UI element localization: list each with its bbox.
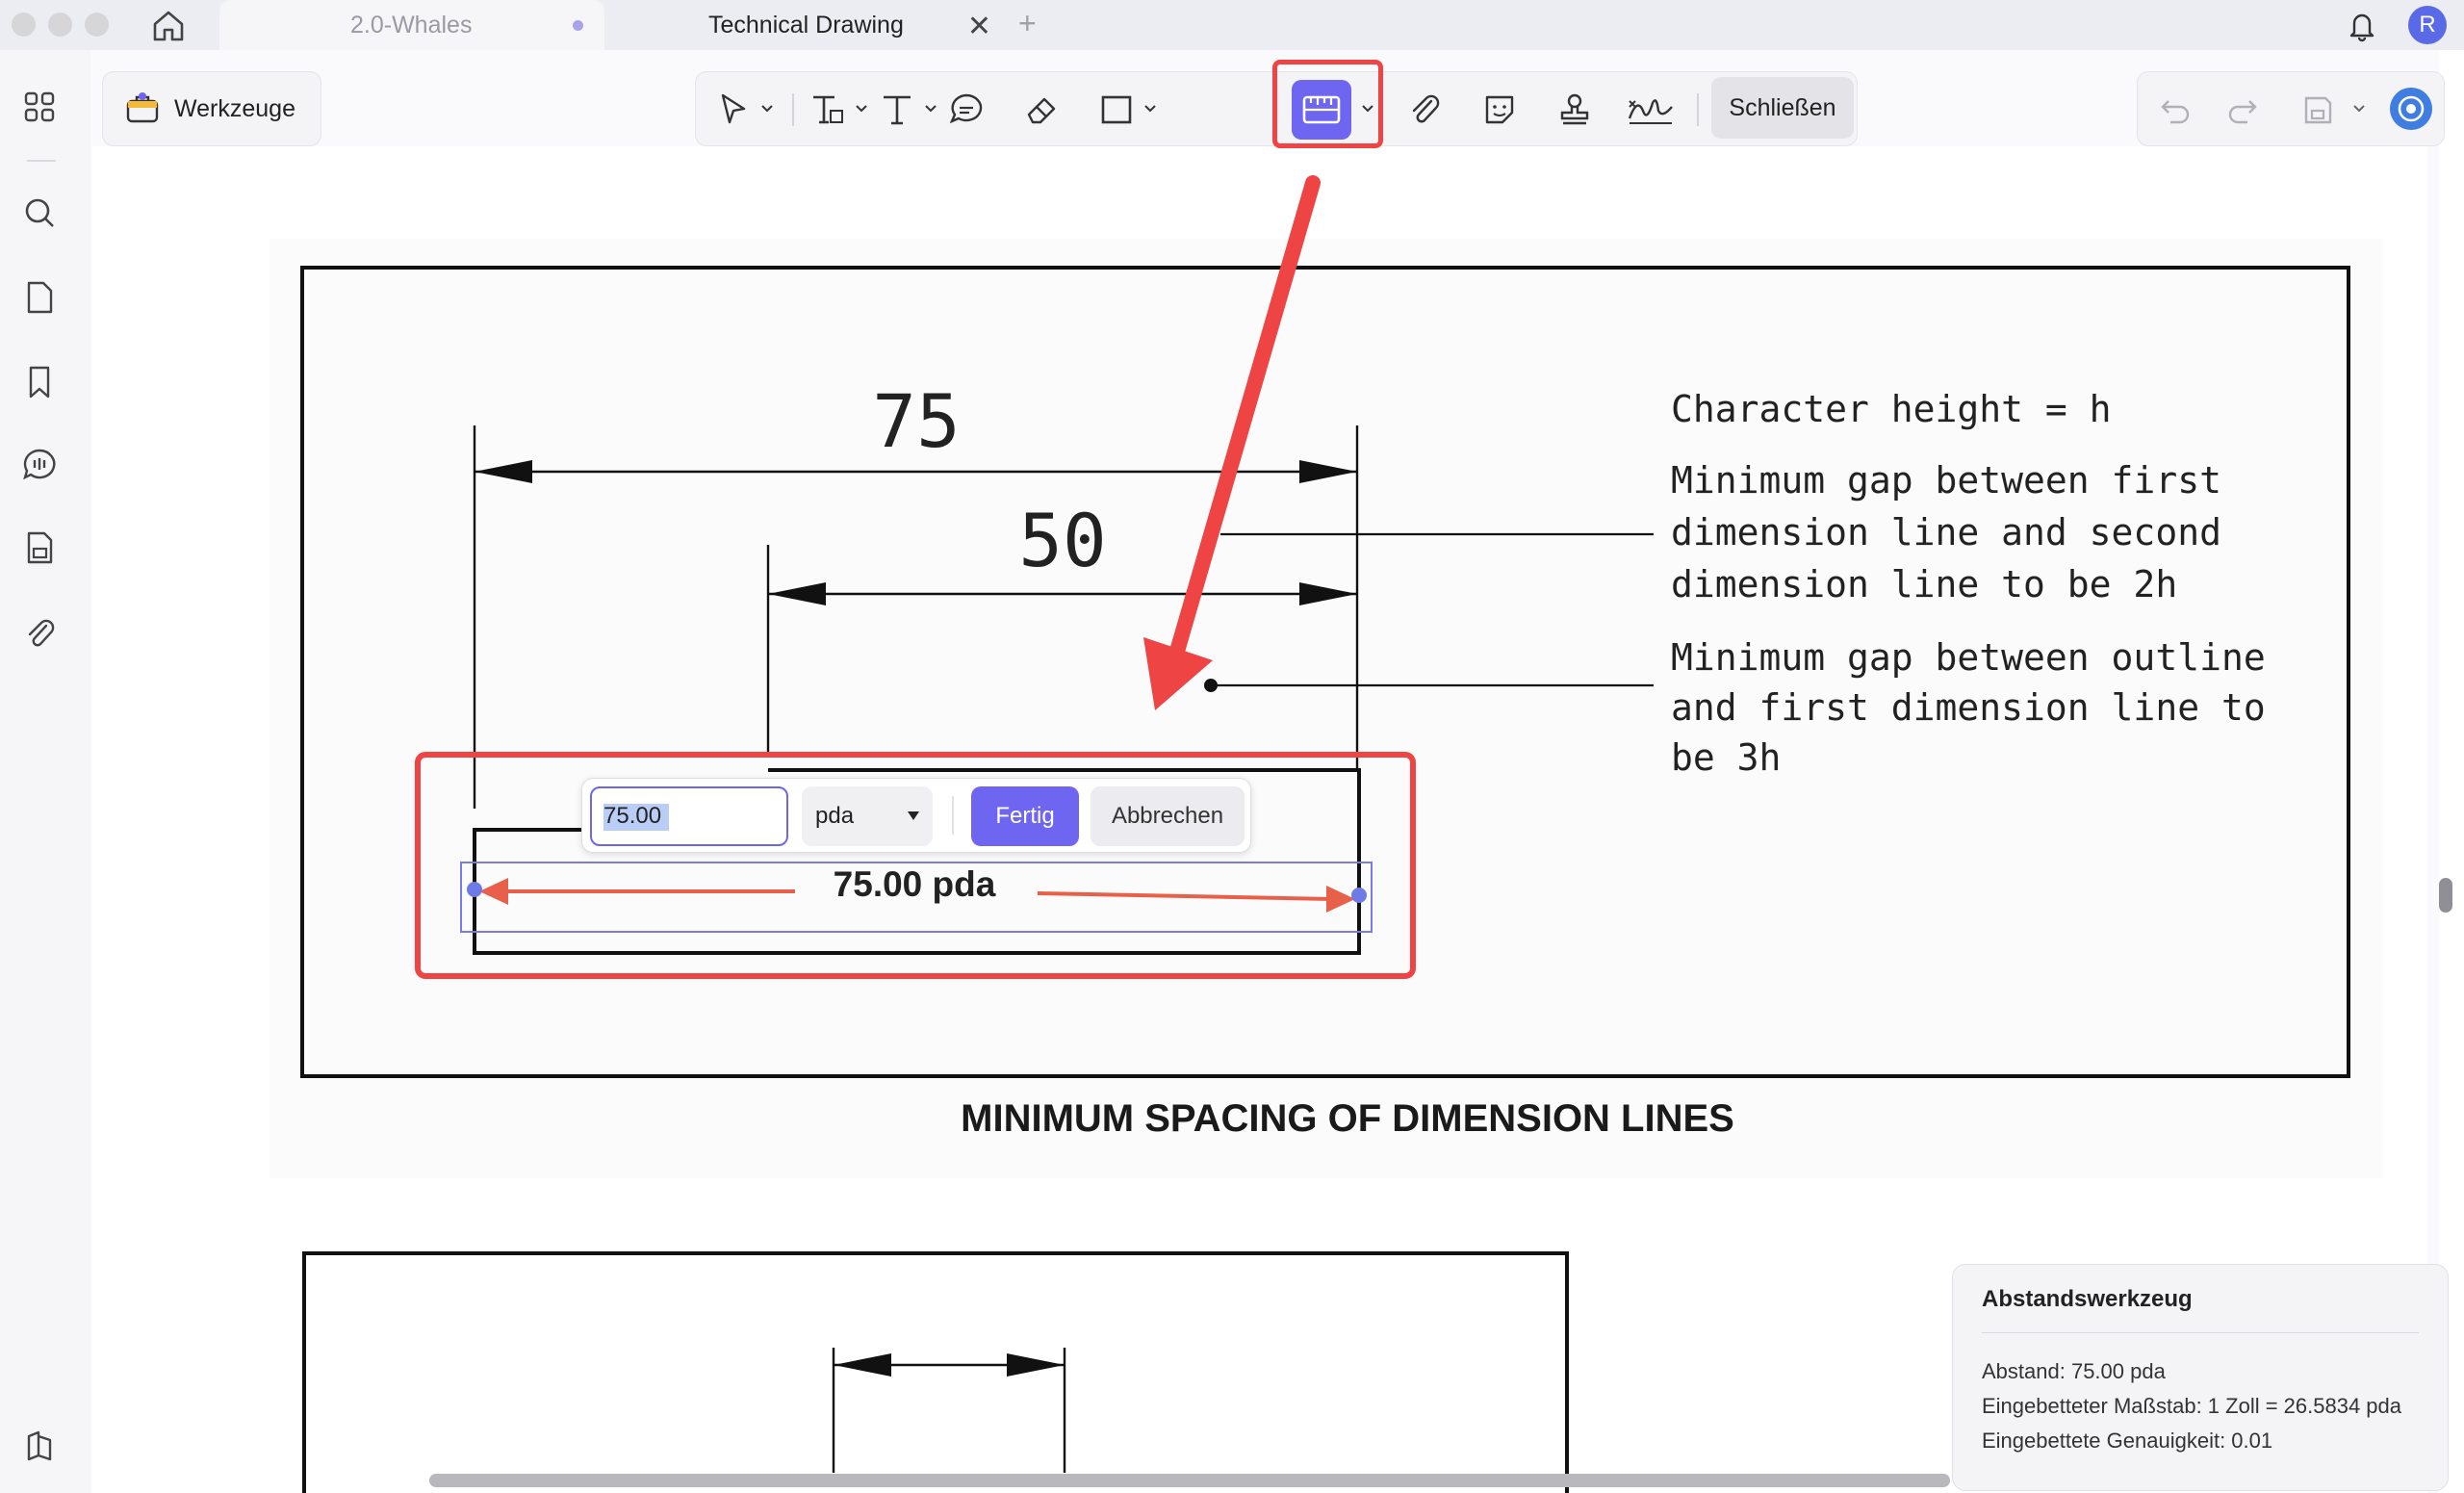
tab-label: 2.0-Whales xyxy=(350,11,473,39)
sidebar-toggle-icon[interactable] xyxy=(19,1427,60,1467)
apps-grid-icon[interactable] xyxy=(19,87,60,127)
ai-assistant-icon xyxy=(2398,95,2425,122)
info-panel-divider xyxy=(1982,1332,2419,1333)
rectangle-icon[interactable] xyxy=(1096,90,1137,130)
save-icon[interactable] xyxy=(2299,91,2336,128)
select-arrow-icon[interactable] xyxy=(713,90,754,130)
ai-assistant-button[interactable] xyxy=(2390,88,2432,130)
toolbar-divider xyxy=(1697,93,1699,126)
unit-select[interactable]: pda xyxy=(802,786,933,846)
undo-icon[interactable] xyxy=(2157,91,2194,128)
toolbox-icon xyxy=(126,92,159,123)
notification-bell-icon[interactable] xyxy=(2345,8,2379,42)
paperclip-icon[interactable] xyxy=(19,612,60,653)
user-avatar[interactable]: R xyxy=(2408,6,2447,44)
chevron-down-icon[interactable] xyxy=(923,101,938,116)
distance-value-input[interactable] xyxy=(590,786,788,846)
chevron-down-icon[interactable] xyxy=(1142,101,1158,116)
redo-icon[interactable] xyxy=(2224,91,2261,128)
panel-divider xyxy=(952,796,954,835)
text-icon[interactable] xyxy=(877,90,917,130)
tools-label: Werkzeuge xyxy=(174,94,295,122)
home-button[interactable] xyxy=(148,6,189,46)
info-precision: Eingebettete Genauigkeit: 0.01 xyxy=(1982,1429,2273,1453)
vertical-scrollbar[interactable] xyxy=(2439,878,2452,913)
info-distance: Abstand: 75.00 pda xyxy=(1982,1359,2166,1383)
signature-icon[interactable] xyxy=(1626,90,1676,130)
tab-label: Technical Drawing xyxy=(708,11,904,39)
sidebar-divider xyxy=(27,160,56,162)
comment-icon[interactable] xyxy=(946,90,987,130)
chevron-down-icon[interactable] xyxy=(2351,101,2367,116)
tab-technical-drawing[interactable]: Technical Drawing ✕ xyxy=(616,0,1030,50)
scanned-figure xyxy=(270,239,2383,1178)
left-sidebar xyxy=(0,50,90,1493)
eraser-icon[interactable] xyxy=(1021,90,1062,130)
chevron-down-icon[interactable] xyxy=(854,101,869,116)
chevron-down-icon[interactable] xyxy=(759,101,775,116)
measure-tool-highlight xyxy=(1272,60,1383,148)
tab-close-icon[interactable]: ✕ xyxy=(967,10,991,43)
cancel-button[interactable]: Abbrechen xyxy=(1091,786,1245,846)
history-toolbar xyxy=(2137,71,2445,146)
title-bar: 2.0-Whales Technical Drawing ✕ + R xyxy=(0,0,2464,50)
distance-tool-info-panel: Abstandswerkzeug Abstand: 75.00 pda Eing… xyxy=(1952,1264,2449,1491)
text-box-icon[interactable] xyxy=(808,90,848,130)
horizontal-scrollbar[interactable] xyxy=(429,1474,1950,1487)
tab-whales[interactable]: 2.0-Whales xyxy=(219,0,604,50)
info-panel-title: Abstandswerkzeug xyxy=(1982,1286,2193,1312)
stamp-icon[interactable] xyxy=(1554,90,1595,130)
comments-icon[interactable] xyxy=(19,445,60,485)
pages-icon[interactable] xyxy=(19,277,60,318)
figure-caption: MINIMUM SPACING OF DIMENSION LINES xyxy=(961,1097,1734,1140)
sticker-icon[interactable] xyxy=(1479,90,1520,130)
window-close-button[interactable] xyxy=(12,13,36,37)
tools-button[interactable]: Werkzeuge xyxy=(102,71,321,146)
new-tab-button[interactable]: + xyxy=(1018,6,1037,41)
done-button[interactable]: Fertig xyxy=(971,786,1079,846)
dropdown-triangle-icon xyxy=(908,811,919,820)
close-toolbar-button[interactable]: Schließen xyxy=(1711,77,1854,139)
toolbar-divider xyxy=(792,93,794,126)
measurement-edit-panel: pda Fertig Abbrechen xyxy=(581,778,1251,853)
attachments-panel-icon[interactable] xyxy=(19,528,60,568)
bookmark-icon[interactable] xyxy=(19,362,60,402)
window-zoom-button[interactable] xyxy=(85,13,109,37)
unsaved-dot-icon xyxy=(573,20,583,31)
home-icon xyxy=(153,11,184,41)
window-minimize-button[interactable] xyxy=(48,13,72,37)
measurement-result-label[interactable]: 75.00 pda xyxy=(799,864,1030,907)
info-scale: Eingebetteter Maßstab: 1 Zoll = 26.5834 … xyxy=(1982,1394,2402,1418)
search-icon[interactable] xyxy=(19,193,60,233)
attach-icon[interactable] xyxy=(1404,90,1445,130)
